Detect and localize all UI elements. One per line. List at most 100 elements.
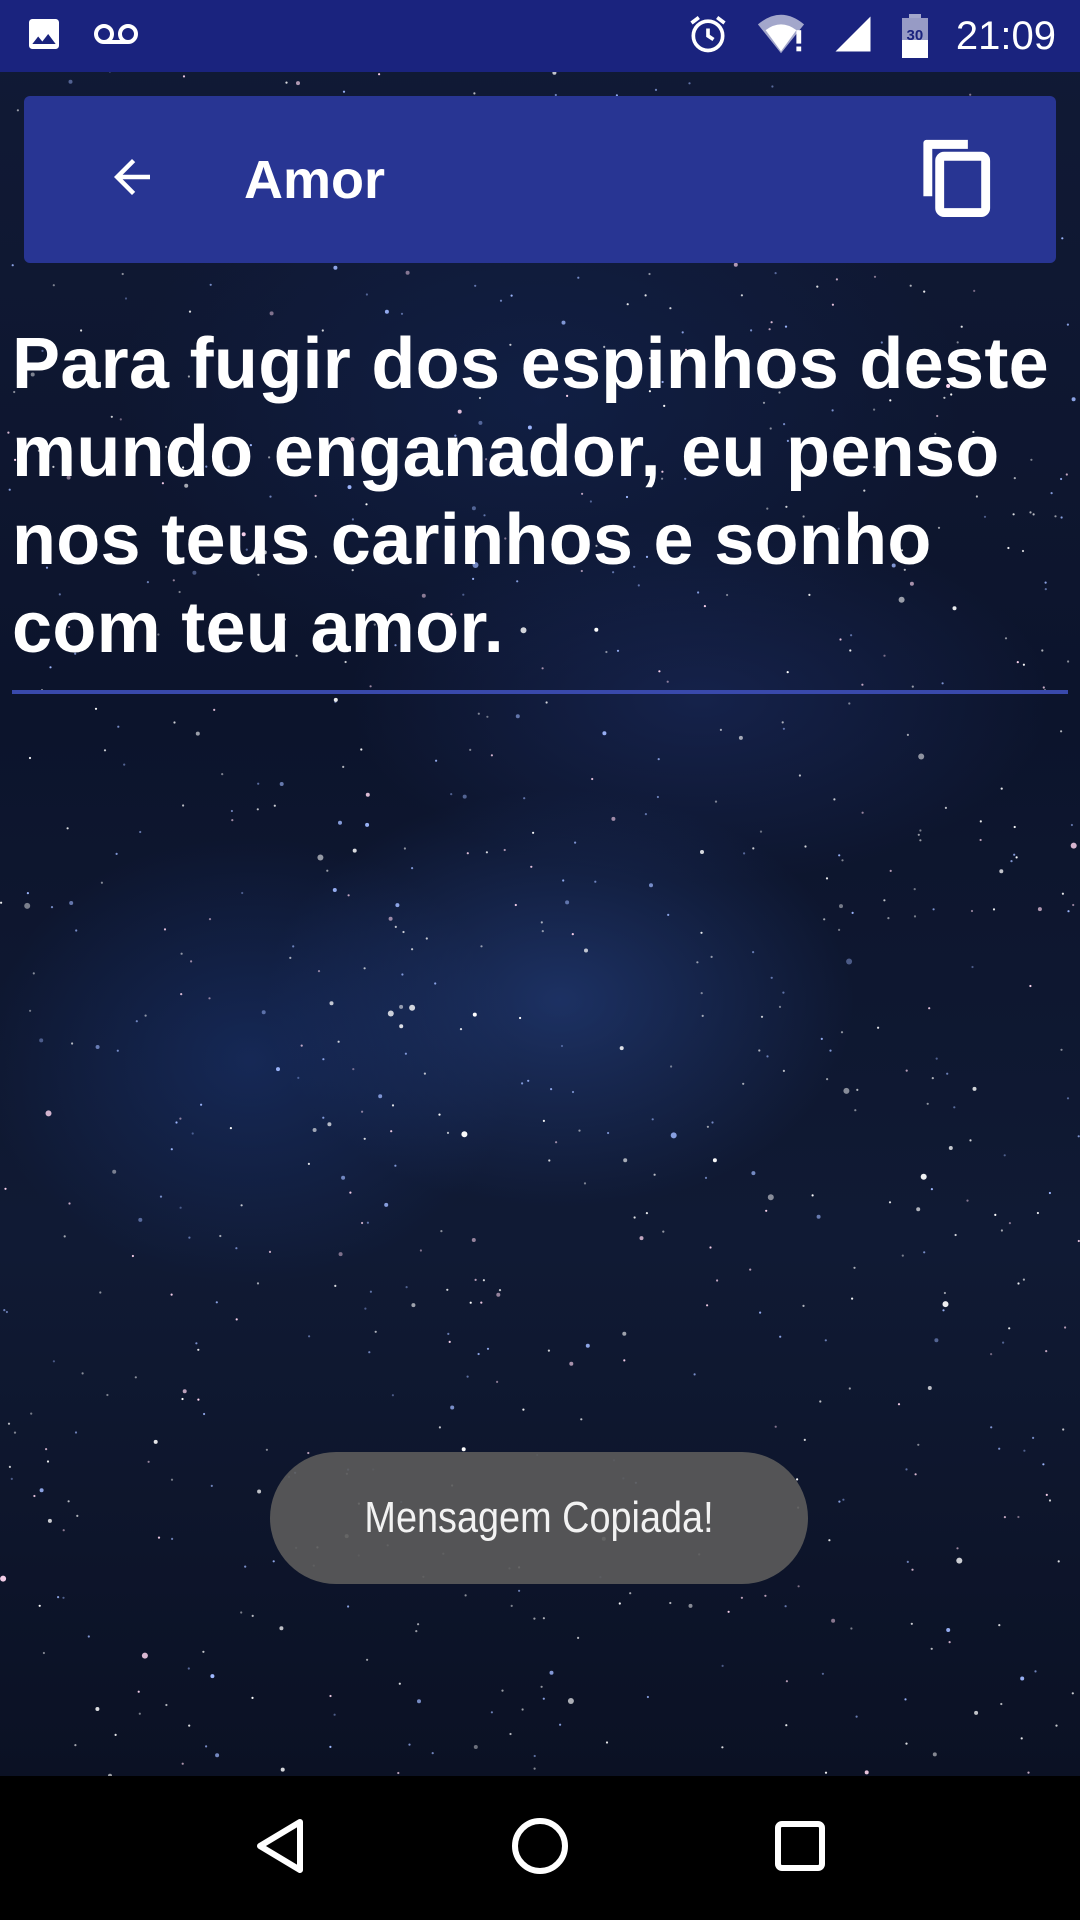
star <box>411 948 414 951</box>
star <box>423 1072 426 1075</box>
star <box>804 845 807 848</box>
star <box>764 1594 767 1597</box>
star <box>738 735 743 740</box>
star <box>203 1412 206 1416</box>
star <box>191 1132 194 1135</box>
star <box>403 847 406 850</box>
nav-home-button[interactable] <box>485 1793 595 1903</box>
star <box>919 829 922 832</box>
star <box>144 1014 147 1017</box>
star <box>821 1672 825 1675</box>
star <box>182 1389 187 1394</box>
star <box>62 1529 65 1532</box>
star <box>39 1038 44 1043</box>
star <box>532 831 535 834</box>
toast-text: Mensagem Copiada! <box>364 1493 714 1542</box>
star <box>402 930 405 934</box>
star <box>30 1412 33 1415</box>
star <box>486 1347 490 1350</box>
star <box>431 1752 434 1755</box>
star <box>190 960 193 963</box>
star <box>533 1617 536 1620</box>
star <box>153 1439 158 1444</box>
star <box>384 309 389 314</box>
star <box>562 879 565 882</box>
star <box>999 869 1004 874</box>
star <box>920 1173 927 1180</box>
star <box>758 1049 761 1052</box>
star <box>693 1373 696 1376</box>
star <box>851 1297 854 1300</box>
star <box>784 1605 787 1608</box>
star <box>170 1293 173 1296</box>
star <box>474 284 477 287</box>
star <box>202 1650 205 1653</box>
star <box>63 1235 66 1238</box>
star <box>514 903 517 907</box>
star <box>923 290 926 293</box>
star <box>883 899 886 902</box>
star <box>52 284 55 287</box>
star <box>341 1175 346 1180</box>
nav-recents-button[interactable] <box>745 1793 855 1903</box>
star <box>434 982 437 985</box>
star <box>307 1162 310 1165</box>
star <box>944 806 948 810</box>
message-text[interactable]: Para fugir dos espinhos deste mundo enga… <box>12 320 1068 672</box>
star <box>998 1447 1001 1450</box>
star <box>0 1575 7 1582</box>
star <box>782 727 786 730</box>
star <box>244 1565 247 1568</box>
star <box>135 1020 138 1023</box>
star <box>828 1539 831 1542</box>
star <box>300 1044 303 1047</box>
star <box>577 1636 580 1639</box>
star <box>901 1254 904 1257</box>
star <box>841 859 844 862</box>
star <box>115 852 118 856</box>
star <box>62 1596 65 1599</box>
star <box>928 1007 931 1010</box>
star <box>210 1674 215 1679</box>
star <box>856 1088 859 1091</box>
star <box>743 852 746 855</box>
star <box>1055 1724 1058 1727</box>
star <box>905 1742 908 1745</box>
star <box>57 1596 60 1599</box>
star <box>649 883 653 888</box>
star <box>440 1230 443 1233</box>
star <box>932 908 935 911</box>
star <box>461 1447 466 1452</box>
star <box>197 1398 200 1401</box>
star <box>182 75 186 78</box>
star <box>106 1393 109 1397</box>
star <box>998 1624 1001 1627</box>
star <box>887 917 890 920</box>
nav-back-button[interactable] <box>225 1793 335 1903</box>
copy-button[interactable] <box>896 120 1016 240</box>
star <box>326 869 329 872</box>
star <box>165 1703 168 1707</box>
star <box>480 1301 483 1304</box>
star <box>839 904 843 909</box>
star <box>1022 1278 1025 1281</box>
back-button[interactable] <box>72 120 192 240</box>
star <box>45 1110 52 1117</box>
star <box>759 1311 762 1314</box>
star <box>509 1732 512 1736</box>
star <box>273 804 276 807</box>
star <box>361 1221 364 1225</box>
star <box>117 725 120 728</box>
star <box>205 1745 208 1748</box>
star <box>289 956 292 960</box>
message-container: Para fugir dos espinhos deste mundo enga… <box>12 320 1068 694</box>
star <box>347 1605 350 1608</box>
star <box>71 1042 74 1045</box>
navigation-bar <box>0 1776 1080 1920</box>
star <box>848 1387 851 1390</box>
star <box>688 1603 693 1608</box>
star <box>540 1685 543 1688</box>
star <box>394 925 397 929</box>
star <box>727 1610 730 1613</box>
star <box>721 1746 724 1749</box>
